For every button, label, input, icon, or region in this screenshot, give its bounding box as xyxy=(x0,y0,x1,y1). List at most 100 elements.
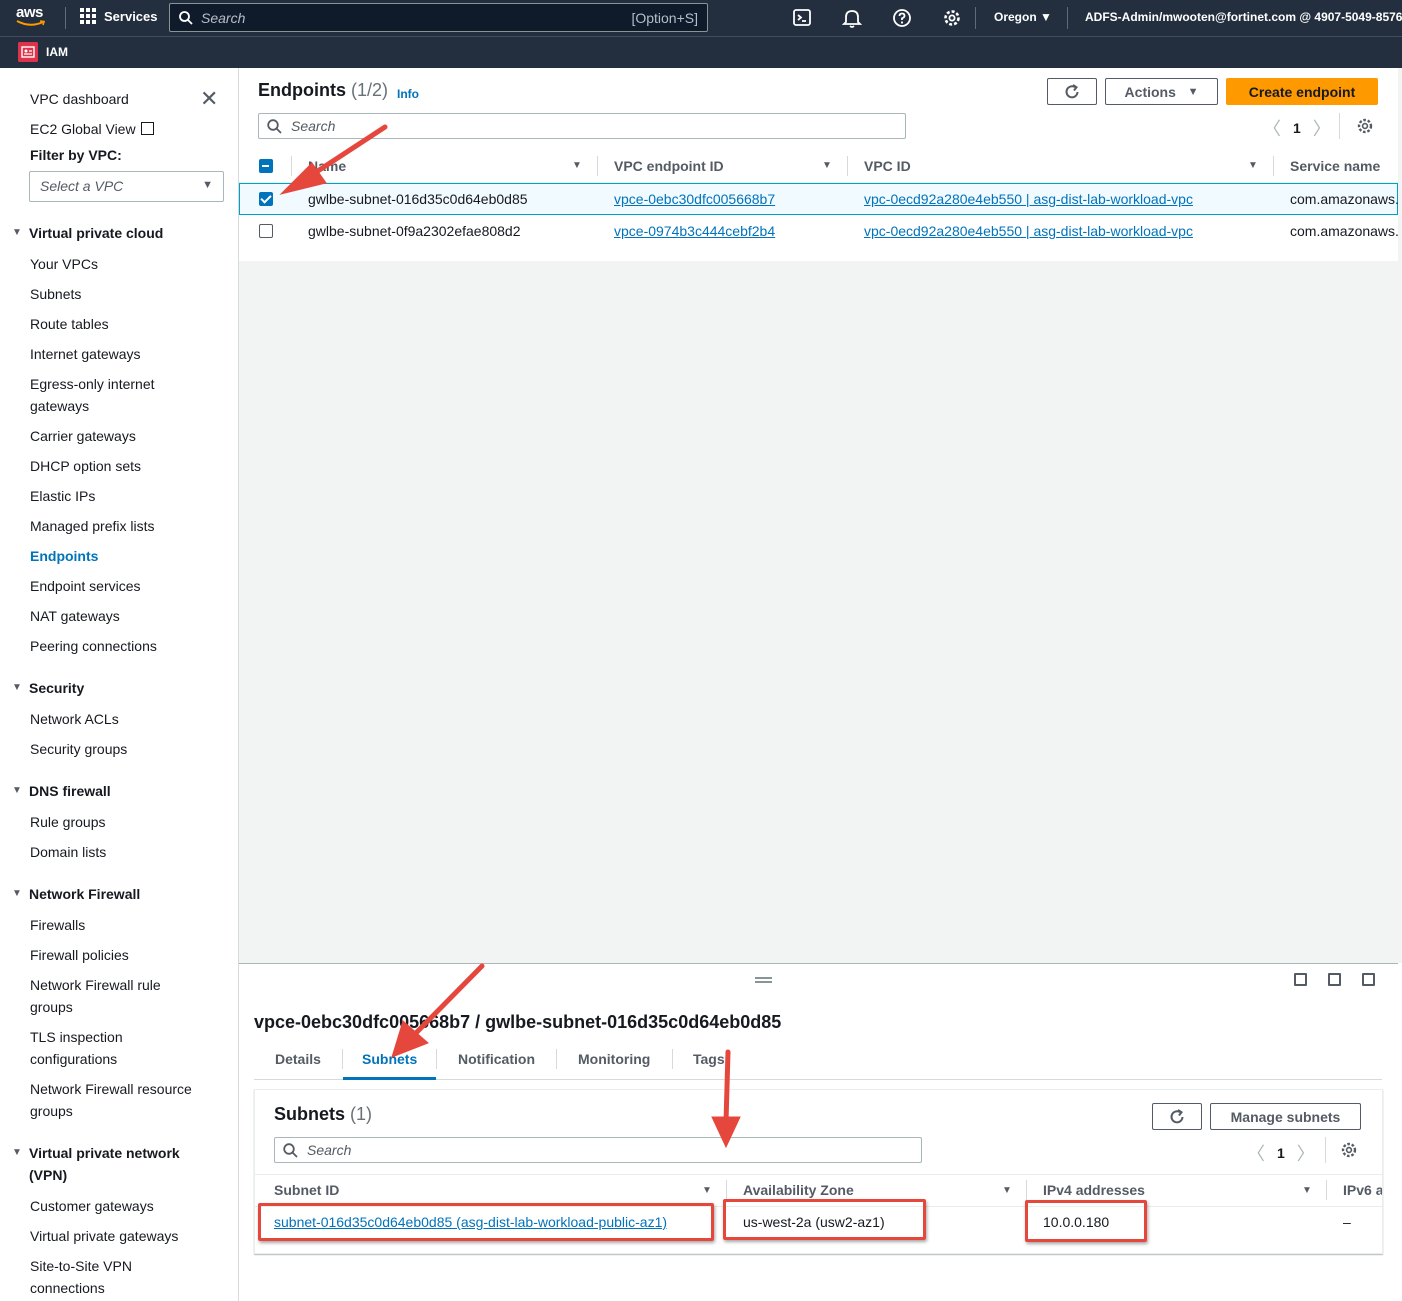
column-header-availability-zone[interactable]: Availability Zone xyxy=(743,1182,854,1198)
section-virtual-private-cloud[interactable]: ▼ Virtual private cloud xyxy=(12,222,163,244)
iam-link[interactable]: IAM xyxy=(46,45,68,59)
vpc-filter-select[interactable]: Select a VPC ▼ xyxy=(29,171,224,202)
global-search-input[interactable]: Search [Option+S] xyxy=(169,3,708,32)
refresh-button[interactable] xyxy=(1047,78,1097,105)
page-number[interactable]: 1 xyxy=(1293,120,1301,136)
column-header-name[interactable]: Name xyxy=(308,158,346,174)
sidebar-item-customer-gateways[interactable]: Customer gateways xyxy=(30,1195,154,1217)
panel-side-icon[interactable] xyxy=(1328,973,1341,986)
sort-icon[interactable]: ▼ xyxy=(1248,160,1258,171)
column-header-ipv4-addresses[interactable]: IPv4 addresses xyxy=(1043,1182,1145,1198)
sidebar-item-domain-lists[interactable]: Domain lists xyxy=(30,841,106,863)
create-endpoint-button[interactable]: Create endpoint xyxy=(1226,78,1378,105)
sidebar-item-elastic-ips[interactable]: Elastic IPs xyxy=(30,485,95,507)
resize-handle-icon[interactable] xyxy=(755,977,772,983)
sort-icon[interactable]: ▼ xyxy=(702,1185,712,1196)
section-dns-firewall[interactable]: ▼ DNS firewall xyxy=(12,780,111,802)
services-menu[interactable]: Services xyxy=(80,8,158,24)
vpc-endpoint-id-link[interactable]: vpce-0ebc30dfc005668b7 xyxy=(614,191,775,207)
tab-monitoring[interactable]: Monitoring xyxy=(578,1051,650,1067)
sidebar-item-internet-gateways[interactable]: Internet gateways xyxy=(30,343,141,365)
sidebar-item-carrier-gateways[interactable]: Carrier gateways xyxy=(30,425,136,447)
sidebar-item-firewall-policies[interactable]: Firewall policies xyxy=(30,944,129,966)
sidebar-item-network-firewall-resource-groups[interactable]: groups xyxy=(30,1100,73,1122)
panel-full-icon[interactable] xyxy=(1362,973,1375,986)
tab-details[interactable]: Details xyxy=(275,1051,321,1067)
chevron-right-icon[interactable]: 〉 xyxy=(1297,1140,1315,1166)
help-icon[interactable] xyxy=(891,7,913,29)
table-row[interactable]: gwlbe-subnet-0f9a2302efae808d2 vpce-0974… xyxy=(239,215,1399,247)
sidebar-item-ec2-global-view[interactable]: EC2 Global View xyxy=(30,118,154,140)
subnets-search-input[interactable]: Search xyxy=(274,1137,922,1163)
sidebar-item-virtual-private-gateways[interactable]: Virtual private gateways xyxy=(30,1225,178,1247)
sidebar-item-endpoints[interactable]: Endpoints xyxy=(30,545,98,567)
account-menu[interactable]: ADFS-Admin/mwooten@fortinet.com @ 4907-5… xyxy=(1085,10,1402,24)
section-network-firewall[interactable]: ▼ Network Firewall xyxy=(12,883,140,905)
sidebar-item-dhcp-option-sets[interactable]: DHCP option sets xyxy=(30,455,141,477)
sidebar-item-network-firewall-resource-groups[interactable]: Network Firewall resource xyxy=(30,1078,192,1100)
sidebar-item-managed-prefix-lists[interactable]: Managed prefix lists xyxy=(30,515,155,537)
info-link[interactable]: Info xyxy=(397,87,419,101)
sidebar-item-egress-only-internet-gateways[interactable]: Egress-only internet xyxy=(30,373,155,395)
section-vpn[interactable]: ▼ Virtual private network xyxy=(12,1142,180,1164)
column-header-ipv6[interactable]: IPv6 a xyxy=(1343,1182,1382,1198)
sort-icon[interactable]: ▼ xyxy=(822,160,832,171)
region-selector[interactable]: Oregon ▼ xyxy=(994,10,1052,24)
actions-button[interactable]: Actions ▼ xyxy=(1105,78,1218,105)
aws-logo[interactable]: aws xyxy=(16,5,50,29)
vpc-id-link[interactable]: vpc-0ecd92a280e4eb550 | asg-dist-lab-wor… xyxy=(864,223,1193,239)
sidebar-item-firewalls[interactable]: Firewalls xyxy=(30,914,85,936)
sidebar-item-endpoint-services[interactable]: Endpoint services xyxy=(30,575,141,597)
endpoints-search-input[interactable]: Search xyxy=(258,113,906,139)
column-header-subnet-id[interactable]: Subnet ID xyxy=(274,1182,339,1198)
sort-icon[interactable]: ▼ xyxy=(1002,1185,1012,1196)
page-number[interactable]: 1 xyxy=(1277,1145,1285,1161)
tab-subnets[interactable]: Subnets xyxy=(362,1051,417,1067)
table-row[interactable]: gwlbe-subnet-016d35c0d64eb0d85 vpce-0ebc… xyxy=(239,183,1399,215)
sidebar-item-your-vpcs[interactable]: Your VPCs xyxy=(30,253,98,275)
sidebar-item-network-acls[interactable]: Network ACLs xyxy=(30,708,119,730)
tab-tags[interactable]: Tags xyxy=(693,1051,725,1067)
section-vpn-title-line2[interactable]: (VPN) xyxy=(29,1164,67,1186)
cloudshell-icon[interactable] xyxy=(792,7,814,29)
sidebar-item-vpc-dashboard[interactable]: VPC dashboard xyxy=(30,88,129,110)
sidebar-item-tls-inspection[interactable]: TLS inspection xyxy=(30,1026,123,1048)
sidebar-item-route-tables[interactable]: Route tables xyxy=(30,313,109,335)
sidebar-item-tls-inspection[interactable]: configurations xyxy=(30,1048,117,1070)
column-header-vpc-endpoint-id[interactable]: VPC endpoint ID xyxy=(614,158,724,174)
tab-notification[interactable]: Notification xyxy=(458,1051,535,1067)
vpc-id-link[interactable]: vpc-0ecd92a280e4eb550 | asg-dist-lab-wor… xyxy=(864,191,1193,207)
column-header-vpc-id[interactable]: VPC ID xyxy=(864,158,911,174)
preferences-gear-icon[interactable] xyxy=(1356,117,1374,135)
chevron-right-icon[interactable]: 〉 xyxy=(1313,115,1331,141)
sidebar-item-nat-gateways[interactable]: NAT gateways xyxy=(30,605,120,627)
sidebar-item-subnets[interactable]: Subnets xyxy=(30,283,81,305)
chevron-left-icon[interactable]: 〈 xyxy=(1247,1140,1265,1166)
manage-subnets-button[interactable]: Manage subnets xyxy=(1210,1103,1361,1130)
iam-icon[interactable] xyxy=(18,42,38,62)
panel-bottom-icon[interactable] xyxy=(1294,973,1307,986)
sidebar-item-network-firewall-rule-groups[interactable]: Network Firewall rule xyxy=(30,974,161,996)
sort-icon[interactable]: ▼ xyxy=(572,160,582,171)
sidebar-item-egress-only-internet-gateways[interactable]: gateways xyxy=(30,395,89,417)
close-icon[interactable]: ✕ xyxy=(200,88,218,110)
row-checkbox[interactable] xyxy=(259,224,273,238)
sidebar-item-rule-groups[interactable]: Rule groups xyxy=(30,811,106,833)
column-header-service-name[interactable]: Service name xyxy=(1290,158,1380,174)
vpc-endpoint-id-link[interactable]: vpce-0974b3c444cebf2b4 xyxy=(614,223,775,239)
select-all-checkbox[interactable] xyxy=(259,159,273,173)
gear-icon[interactable] xyxy=(941,7,963,29)
section-security[interactable]: ▼ Security xyxy=(12,677,84,699)
chevron-left-icon[interactable]: 〈 xyxy=(1263,115,1281,141)
preferences-gear-icon[interactable] xyxy=(1340,1141,1358,1159)
sort-icon[interactable]: ▼ xyxy=(1302,1185,1312,1196)
bell-icon[interactable] xyxy=(841,7,863,29)
subnets-refresh-button[interactable] xyxy=(1152,1103,1202,1130)
sidebar-item-network-firewall-rule-groups[interactable]: groups xyxy=(30,996,73,1018)
sidebar-item-peering-connections[interactable]: Peering connections xyxy=(30,635,157,657)
sidebar-item-site-to-site-vpn[interactable]: connections xyxy=(30,1277,105,1299)
sidebar-item-security-groups[interactable]: Security groups xyxy=(30,738,127,760)
sidebar-item-site-to-site-vpn[interactable]: Site-to-Site VPN xyxy=(30,1255,132,1277)
row-checkbox[interactable] xyxy=(259,192,273,206)
filter-label: Filter by VPC: xyxy=(30,147,122,163)
